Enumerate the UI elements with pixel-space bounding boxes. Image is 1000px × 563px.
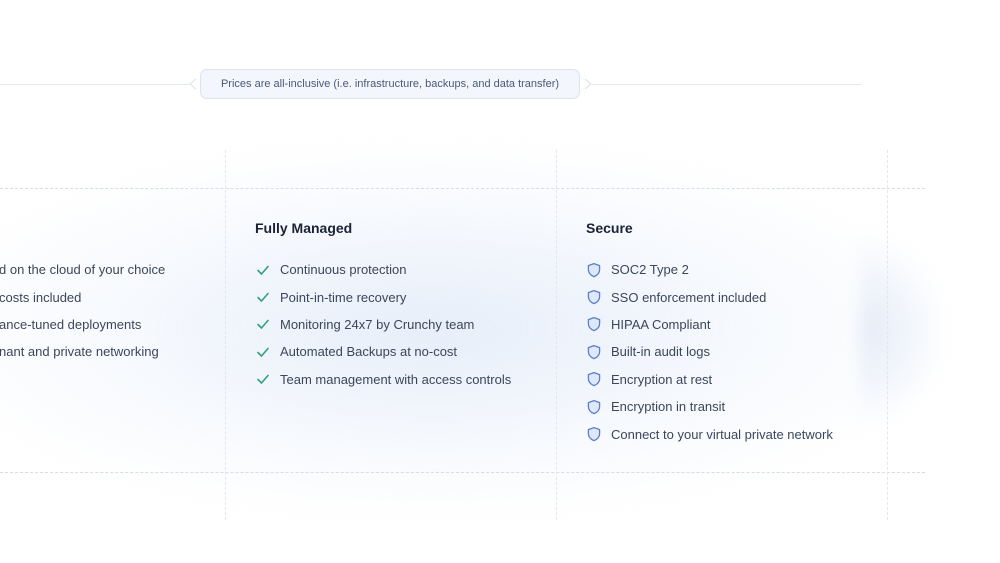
feature-item: SOC2 Type 2 [586,256,833,283]
feature-item: HIPAA Compliant [586,311,833,338]
check-icon [255,371,271,387]
feature-item: Team management with access controls [255,366,511,393]
feature-item-label: nant and private networking [0,344,159,360]
shield-icon [586,399,602,415]
feature-item: Point-in-time recovery [255,283,511,310]
notice-divider-right [592,84,862,85]
feature-list: SOC2 Type 2 SSO enforcement included HIP… [586,256,833,448]
feature-item-label: SOC2 Type 2 [611,262,689,278]
feature-item-label: Built-in audit logs [611,344,710,360]
feature-item: Encryption in transit [586,393,833,420]
pricing-features-section: Prices are all-inclusive (i.e. infrastru… [0,0,1000,563]
feature-item: Encryption at rest [586,366,833,393]
feature-item: costs included [0,283,165,310]
feature-item: nant and private networking [0,338,165,365]
grid-divider-1 [225,150,226,520]
check-icon [255,262,271,278]
feature-item-label: Monitoring 24x7 by Crunchy team [280,316,475,332]
feature-item: Monitoring 24x7 by Crunchy team [255,311,511,338]
feature-item-label: HIPAA Compliant [611,316,711,332]
feature-item-label: Automated Backups at no-cost [280,344,458,360]
feature-item-label: costs included [0,289,82,305]
feature-item-label: d on the cloud of your choice [0,262,166,278]
feature-item: Automated Backups at no-cost [255,338,511,365]
column-title: Secure [586,220,633,236]
feature-column-secure: Secure SOC2 Type 2 SSO enforcement inclu… [586,188,886,472]
feature-column-deployment: d on the cloud of your choice costs incl… [0,188,225,472]
feature-item-label: Encryption in transit [611,399,726,415]
feature-item-label: Connect to your virtual private network [611,426,833,442]
shield-icon [586,316,602,332]
check-icon [255,316,271,332]
feature-list: Continuous protection Point-in-time reco… [255,256,511,393]
feature-item: ance-tuned deployments [0,311,165,338]
shield-icon [586,289,602,305]
shield-icon [586,262,602,278]
check-icon [255,289,271,305]
feature-item-label: SSO enforcement included [611,289,767,305]
shield-icon [586,426,602,442]
feature-item: d on the cloud of your choice [0,256,165,283]
feature-item-label: Continuous protection [280,262,407,278]
feature-column-fully-managed: Fully Managed Continuous protection Poin… [255,188,555,472]
column-title: Fully Managed [255,220,353,236]
feature-item-label: Encryption at rest [611,371,713,387]
feature-item: Connect to your virtual private network [586,420,833,447]
feature-item: SSO enforcement included [586,283,833,310]
feature-item-label: Point-in-time recovery [280,289,407,305]
grid-line-bottom [0,472,925,473]
notice-divider-left [0,84,190,85]
shield-icon [586,344,602,360]
pricing-notice: Prices are all-inclusive (i.e. infrastru… [200,69,580,99]
feature-item: Built-in audit logs [586,338,833,365]
feature-list: d on the cloud of your choice costs incl… [0,256,165,366]
notice-chevron-left-icon [189,78,197,90]
grid-divider-3 [887,150,888,520]
feature-item-label: ance-tuned deployments [0,316,142,332]
feature-item: Continuous protection [255,256,511,283]
feature-item-label: Team management with access controls [280,371,512,387]
shield-icon [586,371,602,387]
check-icon [255,344,271,360]
grid-divider-2 [556,150,557,520]
